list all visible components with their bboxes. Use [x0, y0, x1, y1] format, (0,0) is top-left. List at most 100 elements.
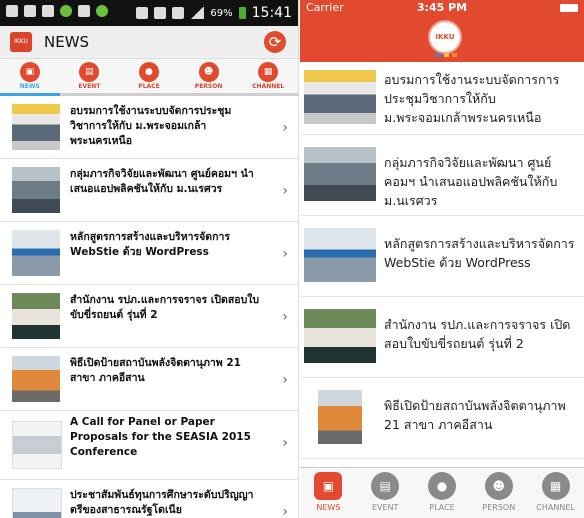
status-time: 3:45 PM [416, 1, 468, 14]
tab-label: CHANNEL [252, 83, 285, 90]
chevron-right-icon: › [282, 246, 288, 262]
chevron-right-icon: › [282, 435, 288, 451]
list-item[interactable]: หลักสูตรการสร้างและบริหารจัดการ WebStie … [300, 216, 584, 297]
usb-icon [24, 5, 36, 17]
person-icon: ☻ [484, 472, 513, 500]
tab-label: PERSON [482, 503, 516, 512]
chevron-right-icon: › [282, 183, 288, 199]
news-title: กลุ่มภารกิจวิจัยและพัฒนา ศูนย์คอมฯ นำเสน… [384, 155, 558, 208]
sync-icon [78, 5, 90, 17]
chevron-right-icon: › [282, 120, 288, 136]
news-title: สำนักงาน รปภ.และการจราจร เปิดสอบใบขับขี่… [384, 317, 571, 351]
news-title: สำนักงาน รปภ.และการจราจร เปิดสอบใบขับขี่… [70, 294, 260, 321]
news-title: กลุ่มภารกิจวิจัยและพัฒนา ศูนย์คอมฯ นำเสน… [70, 168, 254, 195]
app-notification-icon [60, 5, 72, 17]
news-thumbnail [12, 356, 60, 402]
news-title: พิธีเปิดป้ายสถาบันพลังจิตตานุภาพ 21 สาขา… [70, 357, 241, 384]
news-thumbnail [12, 167, 60, 213]
android-screen: 69% 15:41 IKKU NEWS ⟳ ▣ NEWS ▤ EVENT ● P… [0, 0, 299, 518]
top-tab-bar: ▣ NEWS ▤ EVENT ● PLACE ☻ PERSON ▦ CHANNE… [0, 59, 298, 96]
channel-icon: ▦ [541, 472, 570, 500]
tab-person[interactable]: ☻ PERSON [179, 59, 239, 93]
page-indicator [436, 53, 457, 57]
tab-label: EVENT [371, 503, 399, 512]
indicator-dot [452, 53, 457, 57]
list-item[interactable]: A Call for Panel or Paper Proposals for … [0, 411, 298, 480]
navigation-bar: IKKU [300, 16, 584, 62]
tab-event[interactable]: ▤ EVENT [357, 468, 414, 518]
page-title: NEWS [44, 33, 90, 51]
notification-icon [42, 5, 54, 17]
news-list: อบรมการใช้งานระบบจัดการการประชุมวิชาการใ… [300, 62, 584, 459]
indicator-dot [444, 53, 449, 57]
action-bar: IKKU NEWS ⟳ [0, 26, 298, 59]
mute-icon [136, 7, 149, 19]
app-logo: IKKU [10, 32, 32, 52]
news-thumbnail [304, 228, 376, 282]
event-icon: ▤ [371, 472, 400, 500]
list-item[interactable]: พิธีเปิดป้ายสถาบันพลังจิตตานุภาพ 21 สาขา… [0, 348, 298, 411]
news-title: อบรมการใช้งานระบบจัดการการประชุมวิชาการใ… [384, 72, 560, 125]
battery-icon [560, 4, 578, 12]
news-thumbnail [12, 421, 62, 469]
news-icon: ▣ [314, 472, 343, 500]
app-logo: IKKU [428, 20, 462, 54]
tab-channel[interactable]: ▦ CHANNEL [527, 468, 584, 518]
news-title: พิธีเปิดป้ายสถาบันพลังจิตตานุภาพ 21 สาขา… [384, 398, 566, 432]
list-item[interactable]: อบรมการใช้งานระบบจัดการการประชุมวิชาการใ… [300, 62, 584, 135]
list-item[interactable]: หลักสูตรการสร้างและบริหารจัดการ WebStie … [0, 222, 298, 285]
tab-news[interactable]: ▣ NEWS [300, 468, 357, 518]
status-time: 15:41 [251, 5, 292, 21]
tab-news[interactable]: ▣ NEWS [0, 59, 60, 96]
news-thumbnail [12, 230, 60, 276]
signal-icon [190, 7, 205, 19]
refresh-icon[interactable]: ⟳ [264, 31, 286, 53]
list-item[interactable]: ประชาสัมพันธ์ทุนการศึกษาระดับปริญญาตรีขอ… [0, 480, 298, 518]
event-icon: ▤ [79, 62, 100, 82]
tab-channel[interactable]: ▦ CHANNEL [238, 59, 298, 93]
news-icon: ▣ [19, 62, 40, 82]
list-item[interactable]: พิธีเปิดป้ายสถาบันพลังจิตตานุภาพ 21 สาขา… [300, 378, 584, 459]
list-item[interactable]: กลุ่มภารกิจวิจัยและพัฒนา ศูนย์คอมฯ นำเสน… [300, 135, 584, 216]
news-title: หลักสูตรการสร้างและบริหารจัดการ WebStie … [384, 236, 575, 270]
ios-status-bar: Carrier 3:45 PM [300, 0, 584, 16]
android-status-bar: 69% 15:41 [0, 0, 298, 26]
tab-label: NEWS [19, 83, 40, 90]
news-title: หลักสูตรการสร้างและบริหารจัดการ WebStie … [70, 231, 231, 258]
ios-screen: Carrier 3:45 PM IKKU อบรมการใช้งานระบบจั… [300, 0, 584, 518]
chevron-right-icon: › [282, 504, 288, 518]
battery-icon [238, 7, 246, 19]
tab-label: PLACE [138, 83, 160, 90]
alarm-icon [154, 7, 167, 19]
news-list: อบรมการใช้งานระบบจัดการประชุมวิชาการให้ก… [0, 96, 298, 518]
wifi-icon [172, 7, 185, 19]
news-thumbnail [304, 147, 376, 201]
chevron-right-icon: › [282, 309, 288, 325]
tab-label: NEWS [316, 503, 341, 512]
person-icon: ☻ [198, 62, 219, 82]
channel-icon: ▦ [258, 62, 279, 82]
list-item[interactable]: กลุ่มภารกิจวิจัยและพัฒนา ศูนย์คอมฯ นำเสน… [0, 159, 298, 222]
news-thumbnail [12, 104, 60, 150]
tab-label: PERSON [194, 83, 223, 90]
news-thumbnail [12, 488, 62, 518]
tab-place[interactable]: ● PLACE [414, 468, 471, 518]
news-title: ประชาสัมพันธ์ทุนการศึกษาระดับปริญญาตรีขอ… [70, 489, 254, 516]
news-thumbnail [304, 70, 376, 124]
tab-person[interactable]: ☻ PERSON [470, 468, 527, 518]
news-title: A Call for Panel or Paper Proposals for … [70, 416, 251, 458]
news-thumbnail [304, 309, 376, 363]
news-title: อบรมการใช้งานระบบจัดการประชุมวิชาการให้ก… [70, 105, 232, 147]
chevron-right-icon: › [282, 372, 288, 388]
android-icon [96, 5, 108, 17]
news-thumbnail [12, 293, 60, 339]
list-item[interactable]: อบรมการใช้งานระบบจัดการประชุมวิชาการให้ก… [0, 96, 298, 159]
tab-label: PLACE [429, 503, 455, 512]
list-item[interactable]: สำนักงาน รปภ.และการจราจร เปิดสอบใบขับขี่… [300, 297, 584, 378]
news-thumbnail [318, 390, 362, 444]
tab-place[interactable]: ● PLACE [119, 59, 179, 93]
tab-event[interactable]: ▤ EVENT [60, 59, 120, 93]
battery-percent: 69% [210, 7, 233, 19]
list-item[interactable]: สำนักงาน รปภ.และการจราจร เปิดสอบใบขับขี่… [0, 285, 298, 348]
bottom-tab-bar: ▣ NEWS ▤ EVENT ● PLACE ☻ PERSON ▦ CHANNE… [300, 467, 584, 518]
